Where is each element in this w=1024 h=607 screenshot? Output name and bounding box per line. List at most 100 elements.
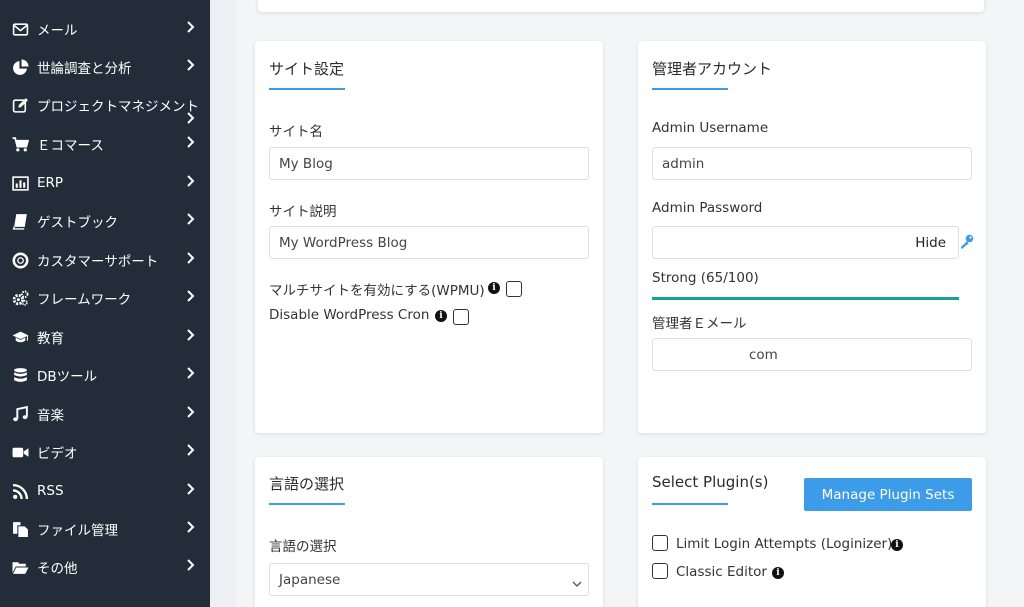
sidebar-item-label: RSS <box>37 483 64 499</box>
chevron-right-icon <box>186 406 195 422</box>
chevron-right-icon <box>186 21 195 37</box>
sidebar-item-label: ゲストブック <box>37 215 118 231</box>
admin-account-card: 管理者アカウント Admin Username admin Admin Pass… <box>638 41 986 433</box>
chevron-right-icon <box>186 213 195 229</box>
language-select-label: 言語の選択 <box>269 539 337 555</box>
site-settings-title: サイト設定 <box>269 60 345 78</box>
sidebar-item-erp[interactable]: ERP <box>0 164 210 202</box>
admin-email-input[interactable]: com <box>652 338 972 371</box>
lifebuoy-icon <box>9 252 31 269</box>
previous-card <box>258 0 984 12</box>
chevron-down-icon <box>572 575 582 591</box>
plugin-label-classic-editor: Classic Editor <box>676 564 767 580</box>
sidebar-item-label: ビデオ <box>37 446 78 462</box>
site-description-label: サイト説明 <box>269 204 337 220</box>
hide-password-toggle[interactable]: Hide <box>915 235 946 251</box>
key-icon[interactable] <box>959 233 975 249</box>
pie-chart-icon <box>9 59 31 76</box>
language-selected-value: Japanese <box>279 571 341 588</box>
disable-cron-checkbox[interactable] <box>453 309 469 325</box>
sidebar-item-rss[interactable]: RSS <box>0 472 210 510</box>
language-select[interactable]: Japanese <box>269 563 589 596</box>
chevron-right-icon <box>186 483 195 499</box>
multisite-label: マルチサイトを有効にする(WPMU) <box>269 283 485 299</box>
folder-open-icon <box>9 559 31 576</box>
password-strength-text: Strong (65/100) <box>652 270 759 286</box>
multisite-checkbox[interactable] <box>506 281 522 297</box>
bar-chart-icon <box>9 175 31 192</box>
site-description-input[interactable]: My WordPress Blog <box>269 226 589 259</box>
sidebar-item-label: フレームワーク <box>37 292 132 308</box>
disable-cron-label: Disable WordPress Cron <box>269 307 430 323</box>
database-icon <box>9 367 31 384</box>
sidebar-item-mail[interactable]: メール <box>0 10 210 48</box>
main-content: サイト設定 サイト名 My Blog サイト説明 My WordPress Bl… <box>236 0 1024 607</box>
video-icon <box>9 444 31 461</box>
mail-icon <box>9 21 31 38</box>
book-icon <box>9 213 31 230</box>
cart-icon <box>9 136 31 153</box>
sidebar-item-label: メール <box>37 23 78 39</box>
chevron-right-icon <box>186 559 195 575</box>
manage-plugin-sets-button[interactable]: Manage Plugin Sets <box>804 478 972 511</box>
site-name-input[interactable]: My Blog <box>269 147 589 180</box>
admin-email-label: 管理者Ｅメール <box>652 316 747 332</box>
sidebar-item-project-management[interactable]: プロジェクトマネジメント <box>0 86 210 124</box>
sidebar-item-education[interactable]: 教育 <box>0 318 210 356</box>
admin-password-input[interactable]: Hide <box>652 226 959 259</box>
cogs-icon <box>9 290 31 307</box>
sidebar-item-label: カスタマーサポート <box>37 254 159 270</box>
sidebar-item-others[interactable]: その他 <box>0 548 210 586</box>
plugin-label-loginizer: Limit Login Attempts (Loginizer) <box>676 536 893 552</box>
chevron-right-icon <box>186 444 195 460</box>
sidebar-item-label: ファイル管理 <box>37 523 118 539</box>
edit-icon <box>9 97 31 114</box>
admin-account-title: 管理者アカウント <box>652 60 773 78</box>
sidebar-item-polls[interactable]: 世論調査と分析 <box>0 48 210 86</box>
language-title: 言語の選択 <box>269 475 345 493</box>
chevron-right-icon <box>186 136 195 152</box>
chevron-right-icon <box>186 175 195 191</box>
language-card: 言語の選択 言語の選択 Japanese <box>255 457 603 607</box>
sidebar-item-label: Ｅコマース <box>37 138 104 154</box>
sidebar-item-label: 教育 <box>37 331 64 347</box>
plugin-checkbox-classic-editor[interactable] <box>652 563 668 579</box>
info-icon[interactable]: i <box>435 310 447 322</box>
site-settings-card: サイト設定 サイト名 My Blog サイト説明 My WordPress Bl… <box>255 41 603 433</box>
chevron-right-icon <box>186 59 195 75</box>
info-icon[interactable]: i <box>891 539 903 551</box>
sidebar-item-label: プロジェクトマネジメント <box>37 99 199 115</box>
sidebar-item-guestbook[interactable]: ゲストブック <box>0 202 210 240</box>
chevron-right-icon <box>186 290 195 306</box>
sidebar-item-db-tools[interactable]: DBツール <box>0 356 210 394</box>
admin-password-label: Admin Password <box>652 200 763 216</box>
chevron-right-icon <box>186 329 195 345</box>
info-icon[interactable]: i <box>772 567 784 579</box>
files-icon <box>9 521 31 538</box>
plugins-card: Select Plugin(s) Manage Plugin Sets Limi… <box>638 457 986 607</box>
sidebar-item-customer-support[interactable]: カスタマーサポート <box>0 241 210 279</box>
graduation-cap-icon <box>9 329 31 346</box>
admin-username-label: Admin Username <box>652 120 769 136</box>
admin-username-input[interactable]: admin <box>652 147 972 180</box>
plugins-title: Select Plugin(s) <box>652 473 769 491</box>
sidebar-item-video[interactable]: ビデオ <box>0 433 210 471</box>
sidebar: メール 世論調査と分析 プロジェクトマネジメント Ｅコマース ERP ゲストブッ… <box>0 0 210 607</box>
sidebar-item-framework[interactable]: フレームワーク <box>0 279 210 317</box>
sidebar-item-label: DBツール <box>37 369 98 385</box>
plugin-checkbox-loginizer[interactable] <box>652 535 668 551</box>
password-strength-bar <box>652 297 959 300</box>
sidebar-item-label: ERP <box>37 175 64 191</box>
info-icon[interactable]: i <box>488 282 500 294</box>
title-underline <box>652 88 728 90</box>
chevron-right-icon <box>186 367 195 383</box>
sidebar-item-music[interactable]: 音楽 <box>0 395 210 433</box>
chevron-right-icon <box>186 521 195 537</box>
title-underline <box>269 88 345 90</box>
sidebar-item-ecommerce[interactable]: Ｅコマース <box>0 125 210 163</box>
sidebar-item-label: その他 <box>37 561 78 577</box>
sidebar-item-label: 世論調査と分析 <box>37 61 132 77</box>
sidebar-item-file-management[interactable]: ファイル管理 <box>0 510 210 548</box>
rss-icon <box>9 483 31 500</box>
chevron-right-icon <box>186 252 195 268</box>
